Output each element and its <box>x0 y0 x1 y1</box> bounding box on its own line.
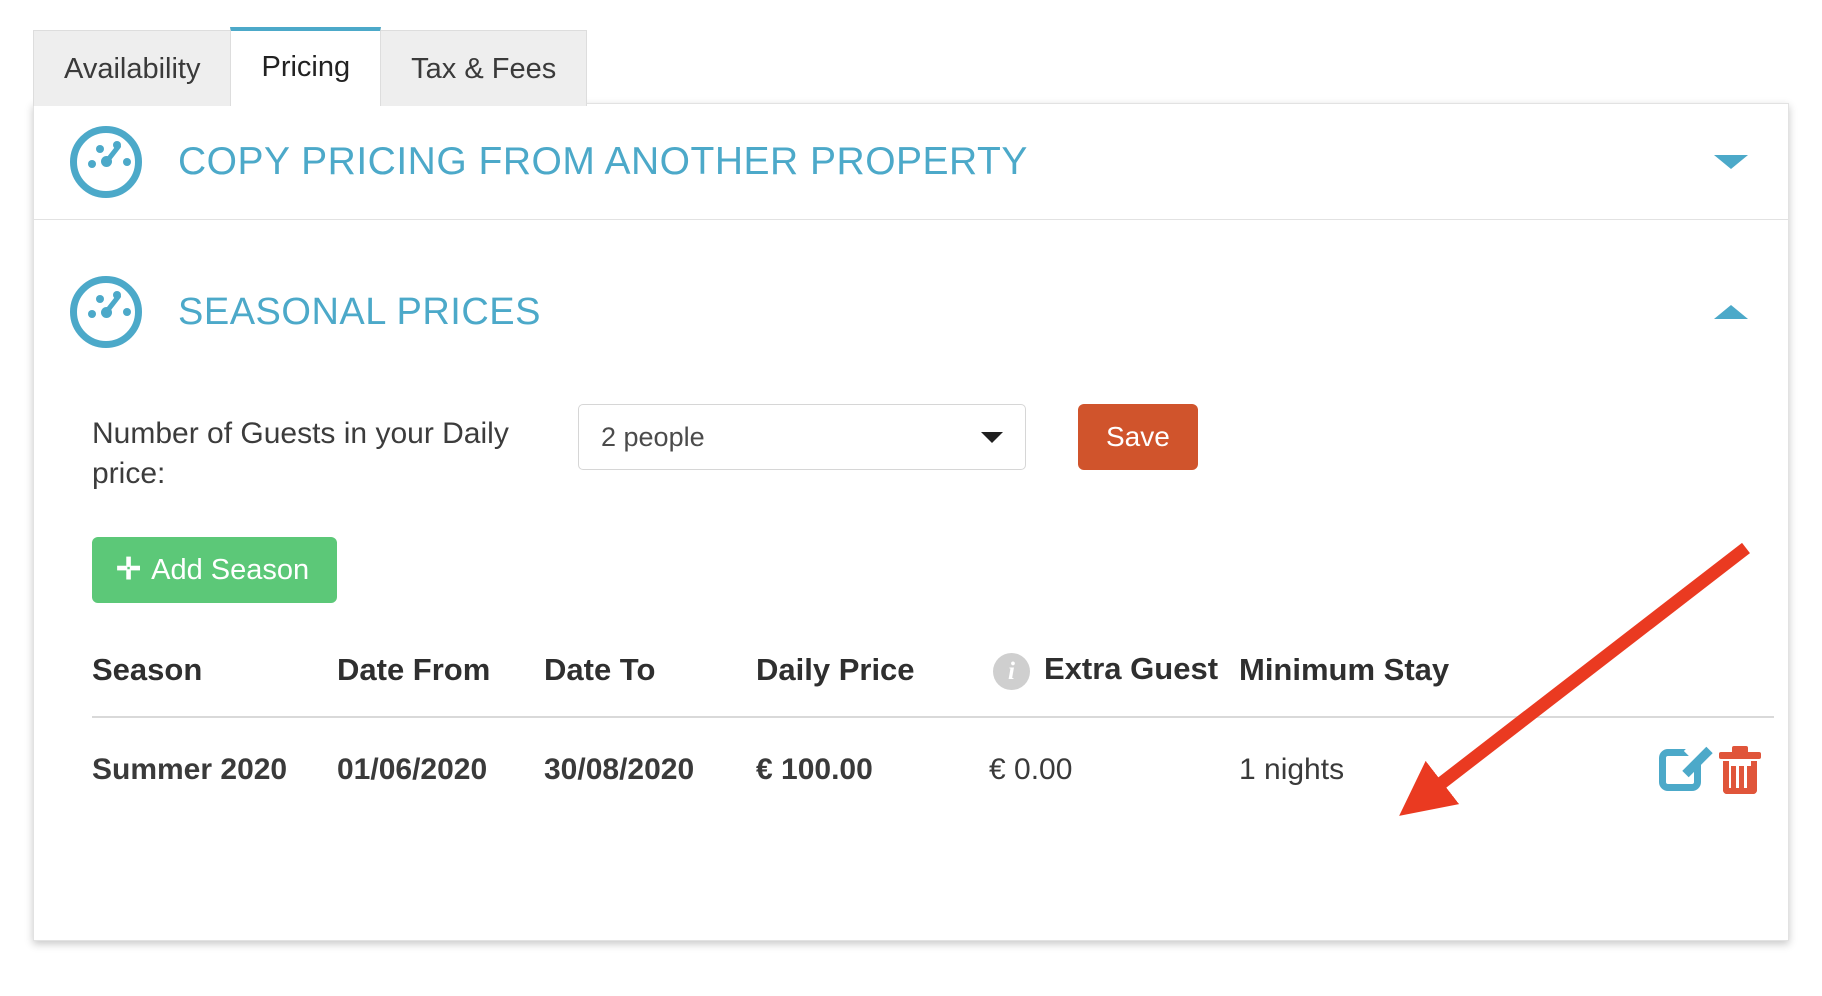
tab-pricing[interactable]: Pricing <box>230 27 382 106</box>
tab-tax-and-fees[interactable]: Tax & Fees <box>380 30 588 106</box>
tab-pricing-label: Pricing <box>261 51 351 83</box>
save-button[interactable]: Save <box>1078 404 1198 470</box>
panel-header-copy-pricing[interactable]: COPY PRICING FROM ANOTHER PROPERTY <box>34 104 1788 220</box>
col-header-actions <box>1659 651 1774 718</box>
guests-label: Number of Guests in your Daily price: <box>92 417 509 490</box>
pricing-card: COPY PRICING FROM ANOTHER PROPERTY SEASO… <box>33 103 1789 941</box>
panel-title-seasonal-prices: SEASONAL PRICES <box>178 290 541 333</box>
cell-date-from: 01/06/2020 <box>337 752 488 786</box>
tab-availability-label: Availability <box>64 53 201 85</box>
table-body: Summer 2020 01/06/2020 30/08/2020 € 100.… <box>92 717 1774 794</box>
col-header-extra-guest-label: Extra Guest <box>1044 651 1219 687</box>
add-season-row: ✛ Add Season <box>34 537 1788 604</box>
gauge-icon <box>70 125 142 198</box>
col-header-minimum-stay: Minimum Stay <box>1239 651 1659 718</box>
guests-select-value: 2 people <box>601 421 705 452</box>
gauge-icon <box>70 276 142 348</box>
seasonal-prices-table: Season Date From Date To Daily Price i Ex… <box>92 651 1774 794</box>
cell-season: Summer 2020 <box>92 752 288 786</box>
chevron-down-icon[interactable] <box>1714 154 1748 169</box>
table-head: Season Date From Date To Daily Price i Ex… <box>92 651 1774 718</box>
table-row: Summer 2020 01/06/2020 30/08/2020 € 100.… <box>92 717 1774 794</box>
seasonal-prices-table-wrap: Season Date From Date To Daily Price i Ex… <box>34 651 1788 794</box>
plus-icon: ✛ <box>116 553 142 587</box>
col-header-date-to: Date To <box>544 651 756 718</box>
trash-icon[interactable] <box>1719 745 1761 794</box>
tab-availability[interactable]: Availability <box>33 30 232 106</box>
info-icon[interactable]: i <box>993 652 1030 690</box>
cell-actions <box>1659 717 1774 794</box>
cell-date-to: 30/08/2020 <box>544 752 695 786</box>
chevron-up-icon[interactable] <box>1714 305 1748 319</box>
cell-minimum-stay: 1 nights <box>1239 752 1345 786</box>
table-header-row: Season Date From Date To Daily Price i Ex… <box>92 651 1774 718</box>
col-header-season: Season <box>92 651 337 718</box>
tab-tax-and-fees-label: Tax & Fees <box>411 53 557 85</box>
col-header-extra-guest: i Extra Guest <box>989 651 1239 718</box>
col-header-daily-price: Daily Price <box>756 651 989 718</box>
col-header-daily-price-label: Daily Price <box>756 652 915 688</box>
add-season-button[interactable]: ✛ Add Season <box>92 537 338 604</box>
edit-icon[interactable] <box>1659 736 1713 793</box>
cell-daily-price: € 100.00 <box>756 752 873 786</box>
caret-down-icon <box>981 431 1003 443</box>
cell-extra-guest: € 0.00 <box>989 752 1073 786</box>
col-header-date-from: Date From <box>337 651 544 718</box>
guests-form-row: Number of Guests in your Daily price: 2 … <box>34 404 1788 493</box>
panel-header-seasonal-prices[interactable]: SEASONAL PRICES <box>34 220 1788 404</box>
add-season-label: Add Season <box>151 553 310 586</box>
tab-bar: Availability Pricing Tax & Fees <box>33 27 588 106</box>
guests-select[interactable]: 2 people <box>578 404 1026 470</box>
panel-title-copy-pricing: COPY PRICING FROM ANOTHER PROPERTY <box>178 139 1028 183</box>
